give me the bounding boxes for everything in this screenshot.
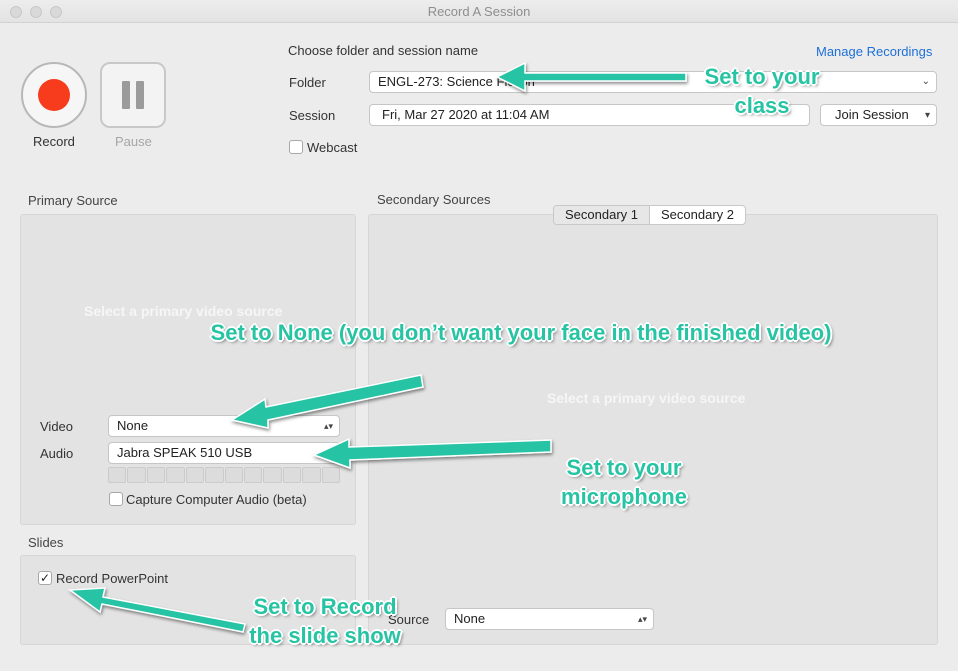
webcast-checkbox[interactable] bbox=[289, 140, 303, 154]
pause-button[interactable] bbox=[100, 62, 166, 128]
manage-recordings-link[interactable]: Manage Recordings bbox=[816, 44, 932, 59]
record-powerpoint-checkbox[interactable]: ✓ bbox=[38, 571, 52, 585]
annotation-microphone: Set to your microphone bbox=[546, 453, 702, 511]
annotation-mic-line2: microphone bbox=[561, 484, 687, 509]
window-title: Record A Session bbox=[427, 4, 531, 19]
join-session-label: Join Session bbox=[835, 107, 909, 122]
secondary-tabs: Secondary 1 Secondary 2 bbox=[553, 205, 746, 225]
annotation-class: Set to your class bbox=[688, 62, 836, 120]
secondary-source-select[interactable]: None ▴▾ bbox=[445, 608, 654, 630]
record-button[interactable] bbox=[21, 62, 87, 128]
title-bar: Record A Session bbox=[0, 0, 958, 23]
primary-source-heading: Primary Source bbox=[28, 193, 118, 208]
pause-icon-bar bbox=[136, 81, 144, 109]
annotation-slides-line1: Set to Record bbox=[253, 594, 397, 619]
annotation-video: Set to None (you don’t want your face in… bbox=[210, 320, 832, 345]
folder-value: ENGL-273: Science Fiction bbox=[378, 74, 535, 89]
audio-level-meter bbox=[108, 467, 341, 483]
video-source-select[interactable]: None ▴▾ bbox=[108, 415, 340, 437]
dropdown-arrow-icon: ▾ bbox=[924, 110, 930, 121]
source-value: None bbox=[454, 611, 486, 626]
capture-audio-checkbox[interactable] bbox=[109, 492, 123, 506]
record-powerpoint-label: Record PowerPoint bbox=[56, 571, 168, 586]
zoom-window-button[interactable] bbox=[50, 6, 62, 18]
annotation-class-line2: class bbox=[734, 93, 790, 118]
annotation-slides-line2: the slide show bbox=[249, 623, 401, 648]
session-value: Fri, Mar 27 2020 at 11:04 AM bbox=[382, 107, 550, 122]
audio-label: Audio bbox=[40, 446, 74, 461]
close-window-button[interactable] bbox=[10, 6, 22, 18]
record-label: Record bbox=[33, 134, 75, 149]
annotation-class-line1: Set to your bbox=[704, 64, 820, 89]
updown-arrows-icon: ▴▾ bbox=[323, 421, 333, 431]
slides-heading: Slides bbox=[28, 535, 64, 550]
folder-select[interactable]: ENGL-273: Science Fiction ⌄ bbox=[369, 71, 937, 93]
audio-source-select[interactable]: Jabra SPEAK 510 USB bbox=[108, 442, 340, 464]
tab-secondary-2[interactable]: Secondary 2 bbox=[650, 206, 745, 224]
video-label: Video bbox=[40, 419, 74, 434]
minimize-window-button[interactable] bbox=[30, 6, 42, 18]
annotation-mic-line1: Set to your bbox=[566, 455, 682, 480]
join-session-button[interactable]: Join Session ▾ bbox=[820, 104, 937, 126]
record-icon bbox=[38, 79, 70, 111]
choose-folder-heading: Choose folder and session name bbox=[288, 43, 479, 58]
tab-secondary-1[interactable]: Secondary 1 bbox=[554, 206, 650, 224]
updown-arrows-icon: ▴▾ bbox=[637, 614, 647, 624]
video-value: None bbox=[117, 418, 149, 433]
audio-value: Jabra SPEAK 510 USB bbox=[117, 445, 253, 460]
annotation-slides: Set to Record the slide show bbox=[236, 592, 414, 650]
secondary-sources-heading: Secondary Sources bbox=[377, 192, 491, 207]
session-label: Session bbox=[289, 108, 336, 123]
primary-placeholder: Select a primary video source bbox=[84, 303, 283, 319]
chevron-down-icon: ⌄ bbox=[921, 76, 930, 87]
capture-audio-label: Capture Computer Audio (beta) bbox=[126, 492, 307, 507]
secondary-source-panel bbox=[368, 214, 938, 645]
webcast-label: Webcast bbox=[307, 140, 358, 155]
secondary-placeholder: Select a primary video source bbox=[547, 390, 746, 406]
folder-label: Folder bbox=[289, 75, 326, 90]
pause-label: Pause bbox=[115, 134, 152, 149]
pause-icon bbox=[122, 81, 130, 109]
